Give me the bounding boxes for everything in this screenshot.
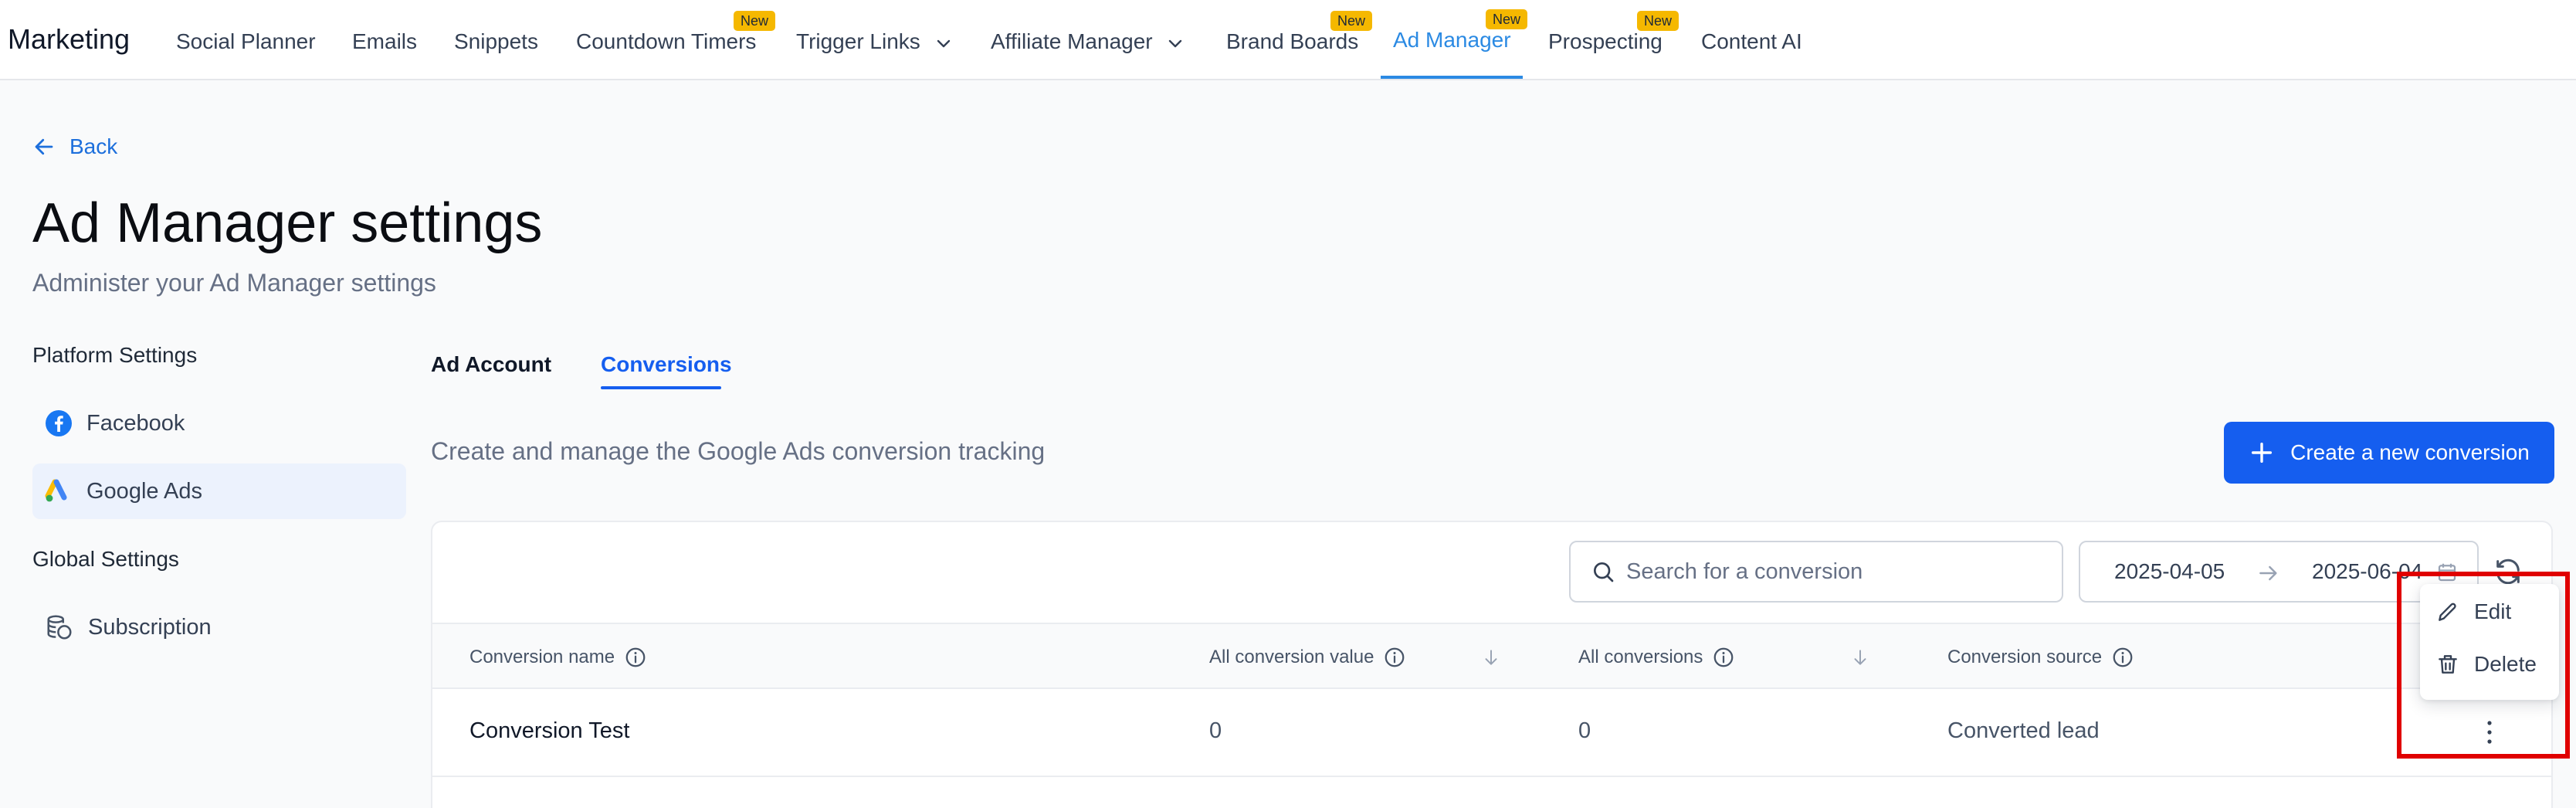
search-icon xyxy=(1594,562,1614,582)
facebook-icon xyxy=(46,410,72,436)
table-header: Conversion name All conversion value All… xyxy=(432,623,2551,689)
global-settings-heading: Global Settings xyxy=(32,547,179,571)
app-name: Marketing xyxy=(8,23,130,55)
cell-conversion-value: 0 xyxy=(1209,718,1222,743)
new-badge: New xyxy=(1330,11,1373,31)
nav-item-ad-manager[interactable]: Ad Manager xyxy=(1393,28,1511,53)
section-description: Create and manage the Google Ads convers… xyxy=(431,437,1046,465)
sidebar-item-label: Facebook xyxy=(86,410,185,436)
nav-item-emails[interactable]: Emails xyxy=(352,29,417,54)
search-field[interactable] xyxy=(1569,541,2063,603)
nav-item-affiliate-manager[interactable]: Affiliate Manager xyxy=(991,29,1185,54)
arrow-left-icon xyxy=(35,138,53,155)
cell-conversion-source: Converted lead xyxy=(1947,718,2100,743)
highlight-box xyxy=(2397,572,2570,759)
column-header-conversion-name: Conversion name xyxy=(469,646,647,669)
new-badge: New xyxy=(734,11,776,31)
column-label: All conversions xyxy=(1578,647,1703,667)
nav-item-trigger-links[interactable]: Trigger Links xyxy=(796,29,953,54)
info-icon[interactable] xyxy=(2111,646,2134,669)
info-icon[interactable] xyxy=(1383,646,1406,669)
active-nav-indicator xyxy=(1381,76,1523,79)
nav-item-countdown-timers[interactable]: Countdown Timers xyxy=(576,29,756,54)
tab-conversions[interactable]: Conversions xyxy=(601,352,732,377)
chevron-down-icon xyxy=(1169,39,1182,47)
column-label: Conversion name xyxy=(469,647,615,667)
nav-item-prospecting[interactable]: Prospecting xyxy=(1548,29,1663,54)
create-conversion-label: Create a new conversion xyxy=(2290,440,2530,464)
google-ads-icon xyxy=(45,479,67,502)
column-header-all-conversion-value: All conversion value xyxy=(1209,646,1406,669)
create-conversion-button[interactable]: Create a new conversion xyxy=(2224,422,2554,484)
column-header-conversion-source: Conversion source xyxy=(1947,646,2134,669)
plus-icon xyxy=(2252,442,2273,463)
column-label: Conversion source xyxy=(1947,647,2103,667)
page-title: Ad Manager settings xyxy=(32,192,543,254)
sidebar-item-subscription[interactable]: Subscription xyxy=(32,599,406,655)
nav-item-brand-boards[interactable]: Brand Boards xyxy=(1226,29,1358,54)
page-subtitle: Administer your Ad Manager settings xyxy=(32,269,436,297)
column-header-all-conversions: All conversions xyxy=(1578,646,1735,669)
back-label: Back xyxy=(69,134,118,158)
nav-item-label: Trigger Links xyxy=(796,29,920,53)
top-navigation: Marketing Social Planner Emails Snippets… xyxy=(0,0,2576,80)
sidebar-item-facebook[interactable]: Facebook xyxy=(32,396,406,451)
new-badge: New xyxy=(1637,11,1679,31)
nav-item-snippets[interactable]: Snippets xyxy=(454,29,538,54)
nav-item-label: Affiliate Manager xyxy=(991,29,1153,53)
active-tab-indicator xyxy=(601,386,721,389)
search-input[interactable] xyxy=(1626,558,2059,585)
cell-all-conversions: 0 xyxy=(1578,718,1591,743)
tab-ad-account[interactable]: Ad Account xyxy=(431,352,551,377)
column-label: All conversion value xyxy=(1209,647,1374,667)
sidebar-item-google-ads[interactable]: Google Ads xyxy=(32,463,406,519)
back-link[interactable]: Back xyxy=(32,134,117,159)
subscription-icon xyxy=(47,615,72,640)
chevron-down-icon xyxy=(937,39,950,47)
date-start[interactable]: 2025-04-05 xyxy=(2114,559,2225,584)
sort-down-icon[interactable] xyxy=(1850,647,1870,667)
new-badge: New xyxy=(1486,9,1528,29)
nav-item-social-planner[interactable]: Social Planner xyxy=(176,29,316,54)
sort-down-icon[interactable] xyxy=(1481,647,1501,667)
platform-settings-heading: Platform Settings xyxy=(32,343,198,367)
sidebar-item-label: Subscription xyxy=(88,614,212,640)
cell-conversion-name[interactable]: Conversion Test xyxy=(469,718,629,744)
nav-item-content-ai[interactable]: Content AI xyxy=(1701,29,1802,54)
info-icon[interactable] xyxy=(624,646,647,669)
sidebar-item-label: Google Ads xyxy=(86,478,202,504)
info-icon[interactable] xyxy=(1712,646,1735,669)
row-divider xyxy=(432,776,2551,777)
arrow-right-icon xyxy=(2259,565,2277,581)
